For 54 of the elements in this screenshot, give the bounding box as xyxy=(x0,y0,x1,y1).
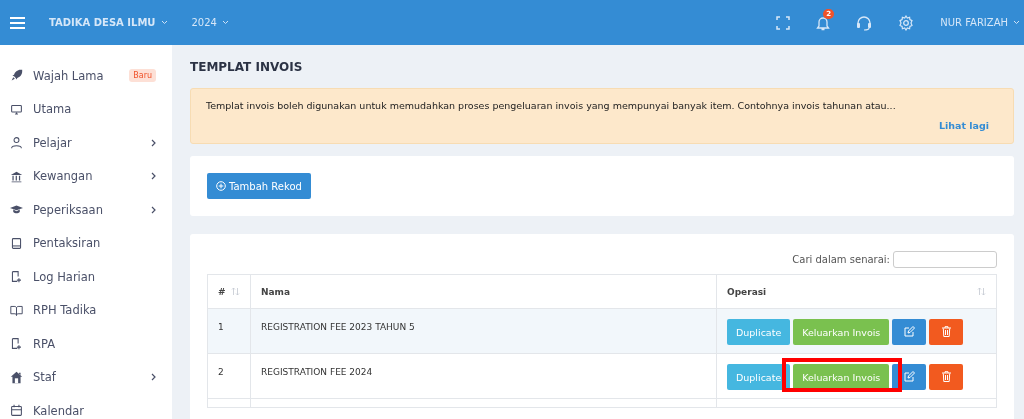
column-header[interactable]: # xyxy=(207,274,251,309)
notice-text: Templat invois boleh digunakan untuk memudahkan proses pengeluaran invois yang mempunyai banyak item. Contohnya invois tahunan atau... xyxy=(206,100,897,111)
headset-icon[interactable] xyxy=(856,14,873,31)
table-cell: 2 xyxy=(207,353,251,399)
rocket-icon xyxy=(10,69,23,83)
chevron-right-icon xyxy=(151,205,156,214)
search-field[interactable] xyxy=(893,251,997,268)
open-book-icon xyxy=(10,303,23,317)
sidebar-item[interactable]: Pentaksiran xyxy=(0,226,172,260)
document-plus-icon xyxy=(10,337,23,351)
sidebar-item[interactable]: Pelajar xyxy=(0,126,172,160)
delete-button[interactable] xyxy=(929,364,964,390)
trash-icon xyxy=(941,325,951,337)
chevron-down-icon xyxy=(160,20,168,25)
delete-button[interactable] xyxy=(929,319,964,345)
new-badge: Baru xyxy=(129,69,156,83)
fullscreen-icon[interactable] xyxy=(776,15,791,30)
chevron-right-icon xyxy=(151,172,156,181)
edit-icon xyxy=(903,325,915,337)
document-plus-icon xyxy=(10,270,23,284)
sidebar-item[interactable]: Staf xyxy=(0,360,172,394)
chevron-down-icon xyxy=(221,20,229,25)
sidebar-item[interactable]: RPA xyxy=(0,327,172,361)
sidebar-item[interactable]: Kewangan xyxy=(0,159,172,193)
sidebar-item[interactable]: Utama xyxy=(0,92,172,126)
house-icon xyxy=(10,370,23,384)
settings-icon[interactable] xyxy=(898,14,915,31)
calendar-icon xyxy=(10,404,23,418)
monitor-icon xyxy=(10,102,23,116)
chevron-down-icon xyxy=(1013,20,1020,25)
edit-button[interactable] xyxy=(892,319,927,345)
sidebar-item[interactable]: Peperiksaan xyxy=(0,193,172,227)
table-cell: REGISTRATION FEE 2024 xyxy=(250,353,717,399)
add-record-button[interactable]: Tambah Rekod xyxy=(207,173,311,199)
sidebar-item[interactable]: Wajah Lama Baru xyxy=(0,59,172,93)
trash-icon xyxy=(941,370,951,382)
plus-circle-icon xyxy=(216,181,226,191)
chevron-right-icon xyxy=(151,373,156,382)
bank-icon xyxy=(10,169,23,183)
sidebar-item[interactable]: Log Harian xyxy=(0,260,172,294)
bell-icon[interactable] xyxy=(816,14,831,31)
table-cell: REGISTRATION FEE 2023 TAHUN 5 xyxy=(250,308,717,354)
chevron-right-icon xyxy=(151,138,156,147)
column-header[interactable]: Nama xyxy=(250,274,717,309)
search-label: Cari dalam senarai: xyxy=(792,254,890,265)
sidebar-item[interactable]: Kalendar xyxy=(0,394,172,419)
sidebar-item[interactable]: RPH Tadika xyxy=(0,293,172,327)
table-cell: 1 xyxy=(207,308,251,354)
menu-icon[interactable] xyxy=(10,16,25,29)
book-icon xyxy=(10,236,23,250)
edit-icon xyxy=(903,370,915,382)
page-title: TEMPLAT INVOIS xyxy=(190,61,304,73)
column-header[interactable]: Operasi xyxy=(716,274,997,309)
user-icon xyxy=(10,136,23,150)
